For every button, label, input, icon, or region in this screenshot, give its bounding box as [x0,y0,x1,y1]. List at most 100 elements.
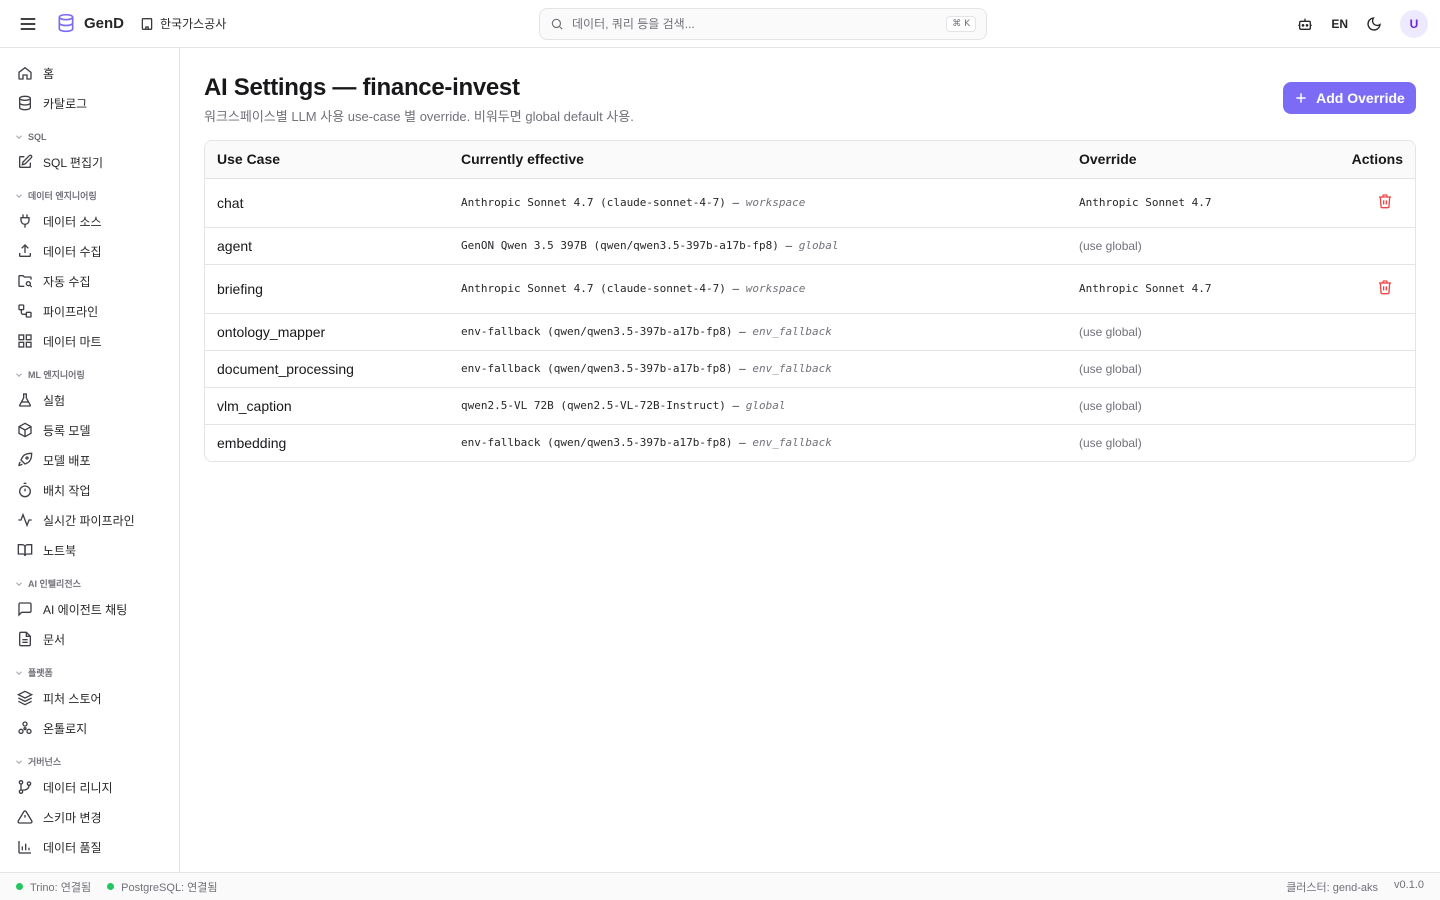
sidebar-item-pipeline[interactable]: 파이프라인 [0,296,179,326]
warning-icon [17,809,33,825]
use-case-cell: briefing [205,264,449,314]
actions-cell [1307,178,1415,228]
sidebar-item-data-ingest[interactable]: 데이터 수집 [0,236,179,266]
section-platform[interactable]: 플랫폼 [0,654,179,683]
actions-cell [1307,387,1415,425]
sidebar-item-data-mart[interactable]: 데이터 마트 [0,326,179,356]
sidebar-item-label: 피처 스토어 [43,691,102,706]
use-case-cell: embedding [217,434,287,451]
folder-search-icon [17,273,33,289]
sidebar-item-documents[interactable]: 문서 [0,624,179,654]
chevron-down-icon [14,370,24,380]
bar-chart-icon [17,839,33,855]
sidebar-item-registered-models[interactable]: 등록 모델 [0,415,179,445]
search-input[interactable] [572,17,939,31]
database-icon [56,13,76,33]
sidebar-item-sql-editor[interactable]: SQL 편집기 [0,147,179,177]
source-tag: env_fallback [752,362,832,375]
chevron-down-icon [14,191,24,201]
effective-cell: GenON Qwen 3.5 397B (qwen/qwen3.5-397b-a… [449,227,1067,265]
actions-cell [1307,264,1415,314]
add-override-button[interactable]: Add Override [1283,82,1416,114]
sidebar-item-label: SQL 편집기 [43,155,104,170]
search-icon [550,17,564,31]
sidebar-item-auto-ingest[interactable]: 자동 수집 [0,266,179,296]
sidebar-item-label: 온톨로지 [43,721,88,736]
source-tag: global [798,239,839,252]
menu-icon[interactable] [18,14,38,34]
actions-cell [1307,350,1415,388]
table-row: ontology_mapper env-fallback (qwen/qwen3… [205,313,1415,351]
use-case-cell: agent [205,227,449,265]
sidebar-item-label: 배치 작업 [43,483,91,498]
upload-icon [17,243,33,259]
org-selector[interactable]: 한국가스공사 [140,15,226,32]
effective-cell: env-fallback (qwen/qwen3.5-397b-a17b-fp8… [461,436,832,450]
sidebar-item-label: 실험 [43,393,66,408]
effective-cell: env-fallback (qwen/qwen3.5-397b-a17b-fp8… [449,350,1067,388]
sidebar-item-catalog[interactable]: 카탈로그 [0,88,179,118]
avatar[interactable]: U [1400,10,1428,38]
override-cell: (use global) [1079,435,1142,450]
column-header-use-case: Use Case [205,141,449,179]
section-data-engineering[interactable]: 데이터 엔지니어링 [0,177,179,206]
package-icon [17,422,33,438]
ontology-icon [17,720,33,736]
table-row: vlm_caption qwen2.5-VL 72B (qwen2.5-VL-7… [205,387,1415,425]
sidebar-item-label: 데이터 리니지 [43,780,113,795]
plug-icon [17,213,33,229]
chevron-down-icon [14,579,24,589]
bot-icon[interactable] [1297,16,1313,32]
section-ml-engineering[interactable]: ML 엔지니어링 [0,356,179,385]
status-dot-icon [107,883,115,890]
actions-cell [1307,227,1415,265]
sidebar-item-label: 홈 [43,66,55,81]
override-cell: (use global) [1067,350,1307,388]
building-icon [140,17,154,31]
version-label: v0.1.0 [1394,878,1424,891]
sidebar-item-data-source[interactable]: 데이터 소스 [0,206,179,236]
table-row: embedding env-fallback (qwen/qwen3.5-397… [205,424,1415,461]
grid-icon [17,333,33,349]
sidebar-item-data-quality[interactable]: 데이터 품질 [0,832,179,862]
sidebar-item-feature-store[interactable]: 피처 스토어 [0,683,179,713]
sidebar-item-ai-agent-chat[interactable]: AI 에이전트 채팅 [0,594,179,624]
sidebar-item-realtime-pipeline[interactable]: 실시간 파이프라인 [0,505,179,535]
section-ai-intelligence[interactable]: AI 인텔리전스 [0,565,179,594]
sidebar-item-label: 문서 [43,632,66,647]
sidebar-item-data-lineage[interactable]: 데이터 리니지 [0,772,179,802]
brand-logo[interactable]: GenD [56,13,124,33]
chat-icon [17,601,33,617]
actions-cell [1307,424,1415,461]
sidebar-item-label: 데이터 품질 [43,840,102,855]
activity-icon [17,512,33,528]
cluster-label: 클러스터: gend-aks [1286,881,1379,894]
trash-icon[interactable] [1377,193,1393,209]
table-row: document_processing env-fallback (qwen/q… [205,350,1415,388]
sidebar-item-notebook[interactable]: 노트북 [0,535,179,565]
sidebar-item-model-deploy[interactable]: 모델 배포 [0,445,179,475]
use-case-cell: vlm_caption [205,387,449,425]
sidebar-item-label: 데이터 소스 [43,214,102,229]
sidebar-item-home[interactable]: 홈 [0,58,179,88]
trash-icon[interactable] [1377,279,1393,295]
sidebar-item-label: 자동 수집 [43,274,91,289]
sidebar-item-batch-jobs[interactable]: 배치 작업 [0,475,179,505]
section-governance[interactable]: 거버넌스 [0,743,179,772]
language-toggle[interactable]: EN [1331,17,1348,31]
sidebar-item-ontology[interactable]: 온톨로지 [0,713,179,743]
chevron-down-icon [14,132,24,142]
sidebar-item-experiments[interactable]: 실험 [0,385,179,415]
source-tag: env_fallback [752,325,832,338]
use-case-cell: chat [205,178,449,228]
database-icon [17,95,33,111]
sidebar-item-schema-change[interactable]: 스키마 변경 [0,802,179,832]
search-box[interactable]: ⌘ K [539,8,987,40]
section-sql[interactable]: SQL [0,118,179,147]
search-shortcut: ⌘ K [946,16,976,32]
edit-icon [17,154,33,170]
moon-icon[interactable] [1366,16,1382,32]
sidebar-item-label: 데이터 수집 [43,244,102,259]
page-subtitle: 워크스페이스별 LLM 사용 use-case 별 override. 비워두면… [204,109,634,124]
sidebar-item-label: 등록 모델 [43,423,91,438]
